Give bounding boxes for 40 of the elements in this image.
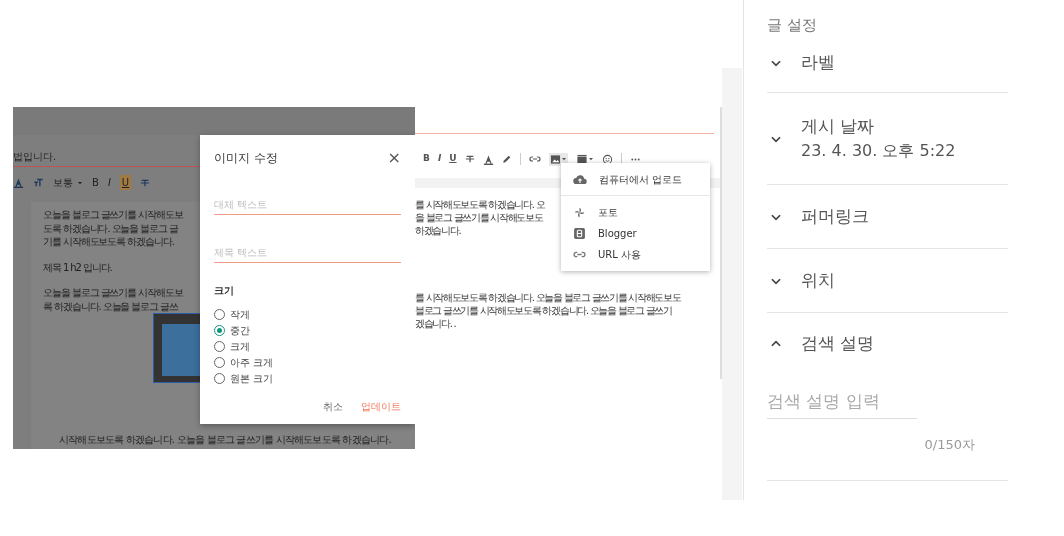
dialog-title: 이미지 수정 — [214, 150, 278, 167]
radio-label[interactable]: 중간 — [230, 322, 250, 338]
italic-button[interactable]: I — [437, 152, 442, 166]
body-text: 를 시작해도보도록 하겠습니다. 오늘을 블로그 글쓰기를 시작해도보도 — [415, 291, 681, 304]
radio-label[interactable]: 크게 — [230, 338, 250, 354]
settings-section[interactable]: 검색 설명 — [767, 313, 1008, 375]
body-text: 록 하겠습니다. 오늘을 블로그 글쓰 — [43, 299, 179, 313]
cancel-button[interactable]: 취소 — [323, 399, 343, 414]
underline-button[interactable]: U — [449, 152, 457, 166]
body-text: 오늘을 블로그 글쓰기를 시작해도보 — [43, 286, 183, 300]
body-text: 블로그 글쓰기를 시작해도보도록 하겠습니다. 오늘을 블로그 글쓰기 — [415, 304, 672, 317]
underline-button[interactable]: U — [119, 175, 132, 190]
body-text: 도록 하겠습니다. 오늘을 블로그 글 — [43, 221, 180, 235]
panel-title: 글 설정 — [767, 18, 818, 33]
size-label: 크기 — [214, 284, 235, 298]
character-counter: 0/150자 — [923, 435, 975, 454]
bold-button[interactable]: B — [92, 175, 99, 190]
settings-section[interactable]: 위치 — [767, 249, 1008, 313]
menu-item[interactable]: Blogger — [561, 223, 710, 244]
body-text: 하겠습니다. — [415, 224, 461, 237]
settings-section[interactable]: 게시 날짜 23. 4. 30. 오후 5:22 — [767, 93, 1008, 185]
body-text: 겠습니다. . — [415, 317, 456, 330]
menu-item[interactable]: 포토 — [561, 202, 710, 223]
radio-label[interactable]: 원본 크기 — [230, 370, 274, 386]
menu-item[interactable]: 컴퓨터에서 업로드 — [561, 169, 710, 190]
radio-label[interactable]: 작게 — [230, 306, 250, 322]
menu-item[interactable]: URL 사용 — [561, 244, 710, 265]
body-text: 시작해도보도록 하겠습니다. 오늘을 블로그 글쓰기를 시작해도보도록 하겠습니다. — [31, 428, 415, 449]
bold-button[interactable]: B — [423, 152, 430, 166]
body-text: 기를 시작해도보도록 하겠습니다. — [43, 235, 175, 249]
italic-button[interactable]: I — [107, 175, 111, 190]
radio-label[interactable]: 아주 크게 — [230, 354, 274, 370]
settings-section[interactable]: 라벨 — [767, 33, 1008, 93]
settings-section[interactable]: 퍼머링크 — [767, 185, 1008, 249]
body-text: 오늘을 블로그 글쓰기를 시작해도보 — [43, 208, 183, 222]
body-text: 을 블로그 글쓰기를 시작해도보도 — [415, 211, 543, 224]
body-text: 를 시작해도보도록 하겠습니다. 오 — [415, 198, 545, 211]
body-text: 제목 1 h2 입니다. — [43, 260, 112, 274]
format-dropdown[interactable]: 보통 — [53, 175, 83, 190]
close-button[interactable]: × — [387, 150, 401, 166]
